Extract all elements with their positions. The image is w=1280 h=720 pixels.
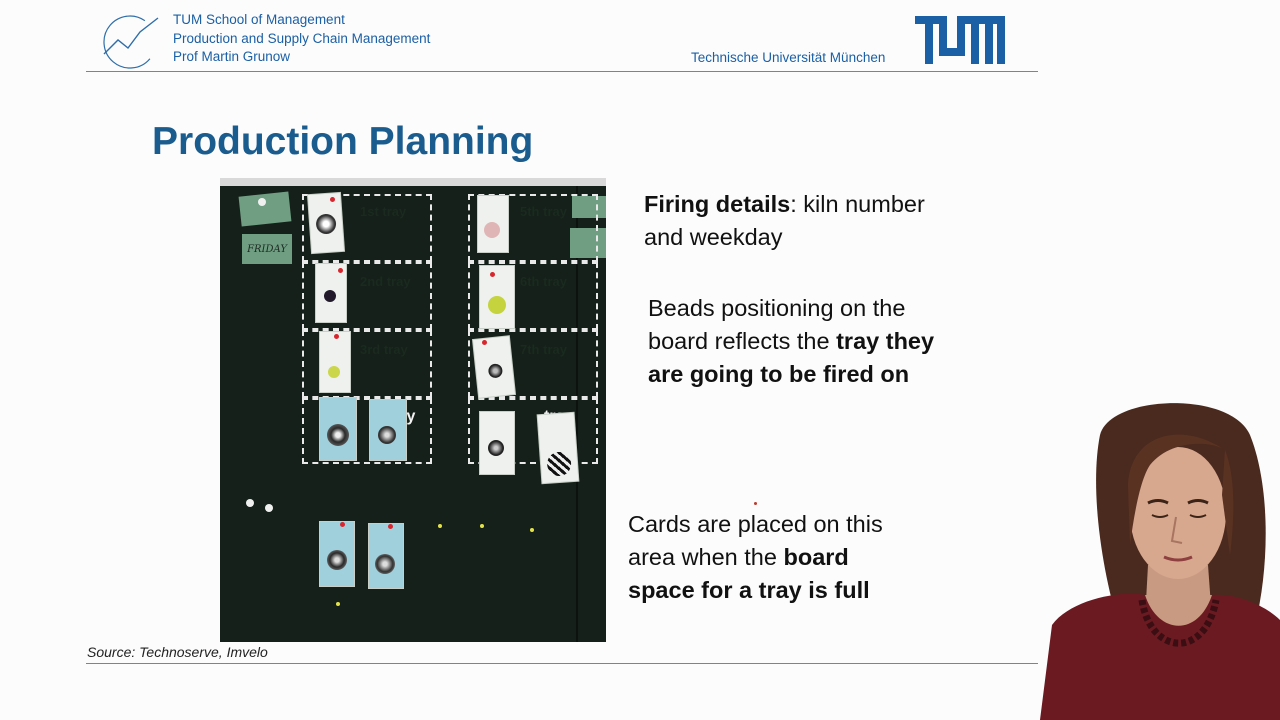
tray-label: 5th tray: [520, 204, 567, 219]
planning-board-photo: FRIDAY 1st tray 2nd tray 3rd tray 5th tr…: [220, 178, 606, 642]
tray-label: 1st tray: [360, 204, 407, 219]
bead-card: [308, 192, 344, 254]
bead-card: [480, 412, 514, 474]
overflow-card: [369, 524, 403, 588]
laser-pointer-dot: [754, 502, 757, 505]
kiln-note: [238, 191, 292, 227]
professor-name: Prof Martin Grunow: [173, 49, 291, 64]
overflow-cards-text: Cards are placed on this area when the b…: [628, 511, 883, 603]
overflow-card: [320, 522, 354, 586]
tum-som-logo-icon: [103, 15, 159, 69]
tum-logo-icon: [915, 16, 1005, 64]
school-name: TUM School of Management: [173, 12, 345, 27]
tray-label: 3rd tray: [360, 342, 408, 357]
university-name: Technische Universität München: [691, 50, 886, 65]
bead-card: [320, 332, 350, 392]
bead-card: [370, 400, 406, 460]
footer-rule: [86, 663, 1038, 664]
header-rule: [86, 71, 1038, 72]
tray-label: 6th tray: [520, 274, 567, 289]
chair-name: Production and Supply Chain Management: [173, 31, 431, 46]
tray-label: 2nd tray: [360, 274, 411, 289]
bead-card: [473, 336, 515, 398]
slide-title: Production Planning: [152, 120, 534, 163]
weekday-note-friday: FRIDAY: [242, 234, 292, 264]
bead-card: [537, 412, 579, 484]
source-citation: Source: Technoserve, Imvelo: [87, 644, 268, 660]
bead-card: [478, 196, 508, 252]
firing-details-text: Firing details: kiln number and weekday: [644, 191, 925, 250]
bead-card: [320, 398, 356, 460]
presenter-video: [1040, 403, 1280, 720]
tray-label: 7th tray: [520, 342, 567, 357]
bead-positioning-text: Beads positioning on the board reflects …: [648, 295, 935, 387]
bead-card: [480, 266, 514, 328]
